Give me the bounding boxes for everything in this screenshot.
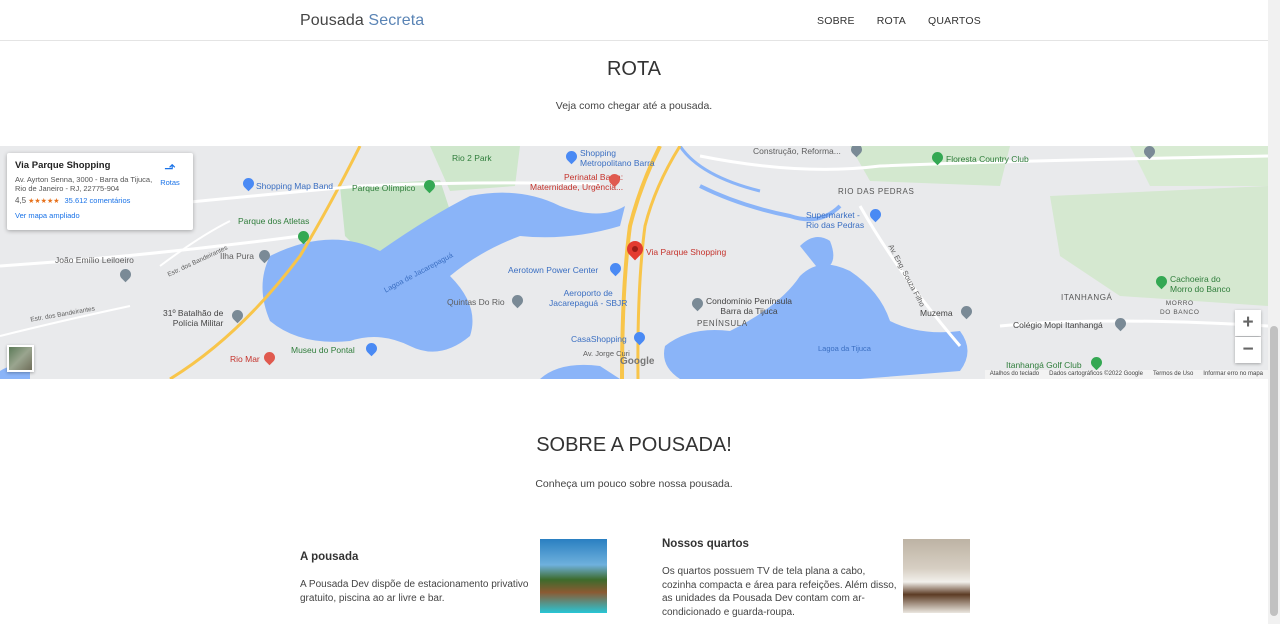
rota-title: ROTA [606,58,662,80]
terms-link[interactable]: Termos de Uso [1148,370,1198,379]
map-attribution: Atalhos do teclado Dados cartográficos ©… [984,370,1268,379]
brand-name-part1: Pousada [300,12,364,29]
directions-button[interactable]: ⬏ Rotas [157,161,183,187]
park-area [1050,186,1268,306]
map-label[interactable]: Condomínio Península Barra da Tijuca [706,296,792,316]
map-label[interactable]: CasaShopping [571,334,627,344]
map-label[interactable]: Construção, Reforma... [753,146,841,156]
directions-icon: ⬏ [164,160,176,176]
map-label[interactable]: Shopping Map Band [256,181,333,191]
map-label: RIO DAS PEDRAS [838,187,915,196]
map-label: MORRO DO BANCO [1160,300,1200,316]
reviews-link[interactable]: 35.612 comentários [65,196,131,205]
text-line: gratuito, piscina ao ar livre e bar. [300,592,445,604]
pousada-card-text: A Pousada Dev dispõe de estacionamento p… [300,578,528,605]
rating-row: 4,5 ★★★★★ 35.612 comentários [15,196,185,205]
map-label[interactable]: 31º Batalhão de Polícia Militar [163,308,223,328]
page-scrollbar[interactable] [1268,0,1280,624]
satellite-toggle[interactable] [7,345,34,372]
nav-link-sobre[interactable]: SOBRE [817,15,855,27]
quartos-photo [903,539,970,613]
map-label[interactable]: Cachoeira do Morro do Banco [1170,274,1230,294]
navbar: Pousada Secreta SOBRE ROTA QUARTOS [0,0,1268,41]
map-label[interactable]: Aerotown Power Center [508,265,598,275]
map-label[interactable]: Museu do Pontal [291,345,355,355]
map-label[interactable]: Shopping Metropolitano Barra [580,148,655,168]
map-label[interactable]: Colégio Mopi Itanhangá [1013,320,1103,330]
map-label: Lagoa da Tijuca [818,344,871,353]
scrollbar-thumb[interactable] [1270,326,1278,616]
place-address: Av. Ayrton Senna, 3000 - Barra da Tijuca… [15,175,153,193]
map-label[interactable]: Aeroporto de Jacarepaguá - SBJR [549,288,627,308]
map-label[interactable]: Rio 2 Park [452,153,492,163]
text-line: condicionado e guarda-roupa. [662,606,795,618]
map-label[interactable]: João Emílio Leiloeiro [55,255,134,265]
nav-links: SOBRE ROTA QUARTOS [817,15,1003,27]
pousada-card-title: A pousada [300,551,359,563]
nav-link-quartos[interactable]: QUARTOS [928,15,981,27]
map-label: ITANHANGÁ [1061,293,1113,302]
rating-value: 4,5 [15,196,27,205]
text-line: A Pousada Dev dispõe de estacionamento p… [300,579,529,590]
google-logo: Google [620,356,655,367]
quartos-card-text: Os quartos possuem TV de tela plana a ca… [662,565,897,619]
map-label[interactable]: Parque dos Atletas [238,216,309,226]
map-label[interactable]: Floresta Country Club [946,154,1029,164]
brand-logo[interactable]: Pousada Secreta [300,12,424,30]
map-label: PENÍNSULA [697,319,748,328]
place-info-card: Via Parque Shopping Av. Ayrton Senna, 30… [7,153,193,230]
quartos-card-title: Nossos quartos [662,538,749,550]
map-label[interactable]: Muzema [920,308,953,318]
sobre-title: SOBRE A POUSADA! [536,434,732,456]
sobre-subtitle: Conheça um pouco sobre nossa pousada. [535,478,733,490]
rota-subtitle: Veja como chegar até a pousada. [555,100,713,112]
water [800,237,834,271]
map-label[interactable]: Quintas Do Rio [447,297,505,307]
map-label[interactable]: Parque Olímpico [352,183,415,193]
text-line: cozinha compacta e área para refeições. … [662,579,897,591]
map-label[interactable]: Itanhangá Golf Club [1006,360,1082,370]
pin-label[interactable]: Via Parque Shopping [646,247,726,257]
text-line: as unidades da Pousada Dev contam com ar… [662,593,865,604]
brand-name-part2: Secreta [368,12,425,29]
map-label[interactable]: Rio Mar [230,354,260,364]
pousada-photo [540,539,607,613]
directions-label: Rotas [160,178,180,187]
nav-link-rota[interactable]: ROTA [877,15,906,27]
report-error-link[interactable]: Informar erro no mapa [1198,370,1268,379]
star-rating-icon: ★★★★★ [28,197,60,205]
zoom-in-button[interactable]: + [1235,310,1261,336]
text-line: Os quartos possuem TV de tela plana a ca… [662,566,866,577]
map-data-text: Dados cartográficos ©2022 Google [1049,371,1143,377]
zoom-out-button[interactable]: − [1235,337,1261,363]
larger-map-link[interactable]: Ver mapa ampliado [15,211,185,220]
embedded-map[interactable]: Shopping Metropolitano Barra Perinatal B… [0,146,1268,379]
map-label[interactable]: Supermarket - Rio das Pedras [806,210,864,230]
keyboard-shortcuts-link[interactable]: Atalhos do teclado [985,370,1044,379]
